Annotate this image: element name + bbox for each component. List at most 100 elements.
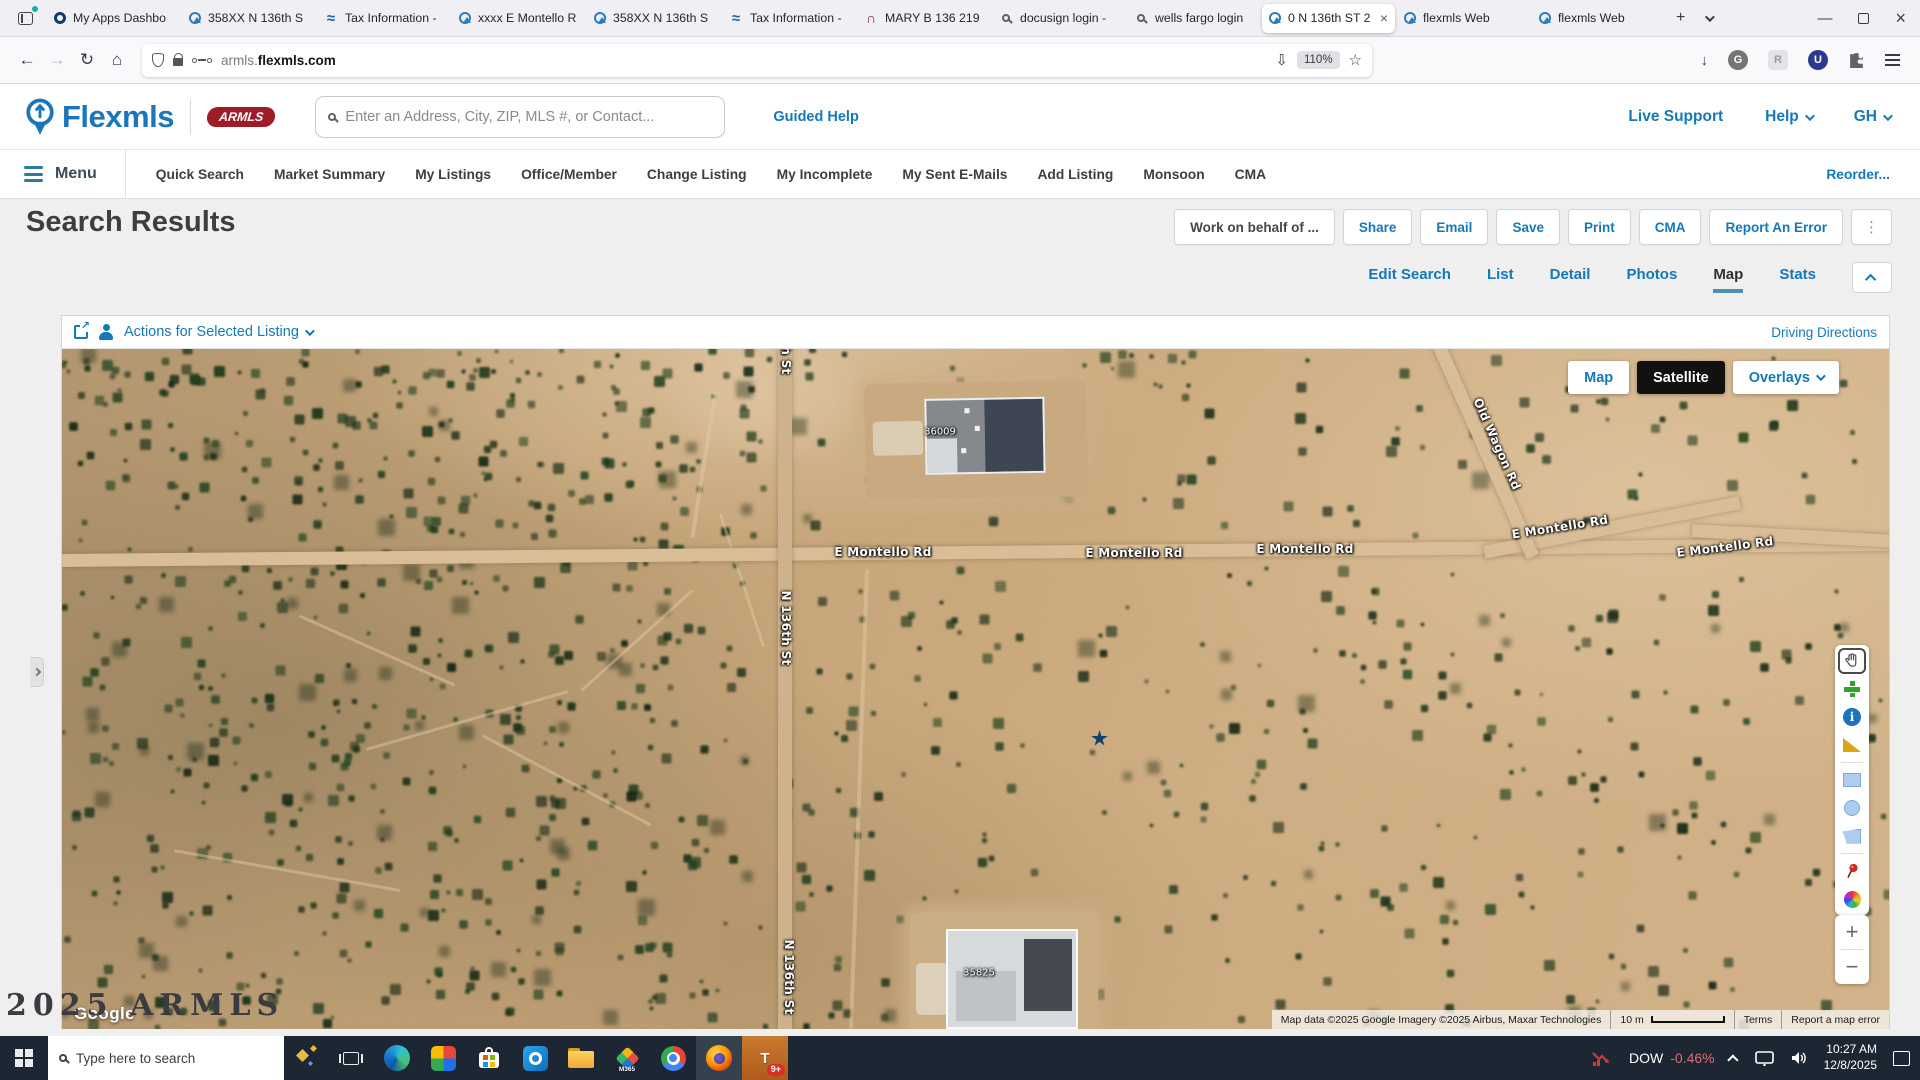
report-error-button[interactable]: Report An Error: [1709, 209, 1843, 245]
browser-tab[interactable]: flexmls Web: [1397, 4, 1530, 33]
overlays-dropdown[interactable]: Overlays: [1733, 361, 1839, 394]
contact-person-icon[interactable]: [98, 324, 114, 340]
browser-tab[interactable]: 358XX N 136th S: [182, 4, 315, 33]
share-button[interactable]: Share: [1343, 209, 1413, 245]
bookmark-star-icon[interactable]: ☆: [1349, 51, 1362, 69]
menu-item-market-summary[interactable]: Market Summary: [274, 167, 385, 182]
draw-circle-tool[interactable]: [1840, 797, 1864, 819]
browser-tab[interactable]: 358XX N 136th S: [587, 4, 720, 33]
file-explorer-icon[interactable]: [558, 1036, 604, 1080]
cma-button[interactable]: CMA: [1639, 209, 1702, 245]
home-button[interactable]: ⌂: [102, 45, 132, 75]
more-options-kebab-icon[interactable]: ⋮: [1851, 209, 1892, 245]
back-button[interactable]: ←: [12, 45, 42, 75]
hamburger-menu-icon[interactable]: [24, 166, 43, 182]
menu-item-my-incomplete[interactable]: My Incomplete: [777, 167, 873, 182]
extensions-puzzle-icon[interactable]: [1848, 52, 1865, 69]
tab-stats[interactable]: Stats: [1779, 266, 1816, 289]
browser-tab-active[interactable]: 0 N 136th ST 2×: [1262, 4, 1395, 33]
url-text[interactable]: armls.flexmls.com: [221, 53, 1266, 68]
extension-u-icon[interactable]: U: [1808, 50, 1828, 70]
guided-help-link[interactable]: Guided Help: [773, 109, 858, 125]
work-on-behalf-button[interactable]: Work on behalf of ...: [1174, 209, 1335, 245]
window-maximize-button[interactable]: [1858, 13, 1869, 24]
color-wheel-icon[interactable]: [1840, 888, 1864, 910]
live-support-link[interactable]: Live Support: [1628, 108, 1723, 126]
menu-item-quick-search[interactable]: Quick Search: [156, 167, 244, 182]
satellite-view-button[interactable]: Satellite: [1637, 361, 1725, 394]
menu-item-cma[interactable]: CMA: [1235, 167, 1266, 182]
browser-tab[interactable]: wells fargo login: [1127, 4, 1260, 33]
tab-close-icon[interactable]: ×: [1380, 10, 1388, 26]
browser-tab[interactable]: docusign login -: [992, 4, 1125, 33]
flexmls-logo-text[interactable]: Flexmls: [62, 99, 174, 135]
maps-app-icon[interactable]: [420, 1036, 466, 1080]
action-center-icon[interactable]: [1893, 1051, 1910, 1066]
draw-polygon-tool[interactable]: [1840, 825, 1864, 847]
downloads-icon[interactable]: ↓: [1701, 52, 1709, 69]
tab-detail[interactable]: Detail: [1550, 266, 1591, 289]
terms-link[interactable]: Terms: [1734, 1010, 1782, 1029]
window-minimize-button[interactable]: —: [1817, 10, 1832, 27]
info-tool-icon[interactable]: i: [1840, 706, 1864, 728]
open-new-window-icon[interactable]: [74, 325, 88, 339]
teams-icon[interactable]: T9+: [742, 1036, 788, 1080]
browser-tab[interactable]: My Apps Dashbo: [47, 4, 180, 33]
firefox-icon[interactable]: [696, 1036, 742, 1080]
add-tool-icon[interactable]: [1840, 678, 1864, 700]
map-view-button[interactable]: Map: [1568, 361, 1629, 394]
reload-button[interactable]: ↻: [72, 45, 102, 75]
header-search[interactable]: [315, 96, 725, 138]
zoom-level[interactable]: 110%: [1297, 51, 1340, 69]
tab-list[interactable]: List: [1487, 266, 1514, 289]
tab-map[interactable]: Map: [1713, 266, 1743, 289]
url-bar[interactable]: armls.flexmls.com ⇩ 110% ☆: [142, 44, 1372, 77]
browser-tab[interactable]: flexmls Web: [1532, 4, 1665, 33]
start-button[interactable]: [0, 1036, 48, 1080]
pan-hand-tool[interactable]: [1840, 650, 1864, 672]
email-button[interactable]: Email: [1420, 209, 1488, 245]
menu-item-my-listings[interactable]: My Listings: [415, 167, 491, 182]
menu-item-add-listing[interactable]: Add Listing: [1037, 167, 1113, 182]
header-search-input[interactable]: [345, 109, 712, 125]
taskbar-search[interactable]: Type here to search: [48, 1036, 284, 1080]
menu-item-monsoon[interactable]: Monsoon: [1143, 167, 1204, 182]
listing-star-marker[interactable]: [1091, 730, 1108, 747]
browser-tab[interactable]: ≈Tax Information -: [317, 4, 450, 33]
menu-item-my-sent-emails[interactable]: My Sent E-Mails: [902, 167, 1007, 182]
browser-tab[interactable]: xxxx E Montello R: [452, 4, 585, 33]
window-close-button[interactable]: ×: [1895, 8, 1906, 29]
save-button[interactable]: Save: [1496, 209, 1560, 245]
taskbar-clock[interactable]: 10:27 AM12/8/2025: [1824, 1042, 1877, 1073]
actions-for-selected-listing-dropdown[interactable]: Actions for Selected Listing: [124, 324, 312, 340]
m365-icon[interactable]: M365: [604, 1036, 650, 1080]
satellite-map[interactable]: E Montello Rd E Montello Rd E Montello R…: [62, 349, 1889, 1029]
print-button[interactable]: Print: [1568, 209, 1631, 245]
zoom-in-button[interactable]: +: [1835, 915, 1869, 949]
draw-rectangle-tool[interactable]: [1840, 769, 1864, 791]
permissions-icon[interactable]: [192, 58, 212, 63]
extension-r-icon[interactable]: R: [1768, 50, 1788, 70]
stock-ticker[interactable]: DOW-0.46%: [1629, 1050, 1715, 1066]
driving-directions-link[interactable]: Driving Directions: [1771, 325, 1877, 340]
tab-dropdown-icon[interactable]: [1705, 12, 1715, 22]
forward-button[interactable]: →: [42, 45, 72, 75]
report-map-error-link[interactable]: Report a map error: [1781, 1010, 1889, 1029]
menu-button[interactable]: Menu: [55, 165, 97, 183]
edge-icon[interactable]: [374, 1036, 420, 1080]
screen-cast-icon[interactable]: [1755, 1051, 1774, 1066]
menu-item-change-listing[interactable]: Change Listing: [647, 167, 747, 182]
tab-list-icon[interactable]: [10, 6, 40, 30]
tab-photos[interactable]: Photos: [1626, 266, 1677, 289]
tab-edit-search[interactable]: Edit Search: [1368, 266, 1451, 289]
google-account-icon[interactable]: G: [1728, 50, 1748, 70]
store-icon[interactable]: [466, 1036, 512, 1080]
help-menu[interactable]: Help: [1765, 108, 1812, 126]
save-page-icon[interactable]: ⇩: [1275, 51, 1288, 69]
collapse-panel-button[interactable]: [1852, 262, 1892, 293]
browser-tab[interactable]: ≈Tax Information -: [722, 4, 855, 33]
lock-icon[interactable]: [173, 58, 183, 66]
task-view-button[interactable]: [328, 1036, 374, 1080]
browser-tab[interactable]: ∩MARY B 136 219: [857, 4, 990, 33]
zoom-out-button[interactable]: −: [1835, 950, 1869, 984]
